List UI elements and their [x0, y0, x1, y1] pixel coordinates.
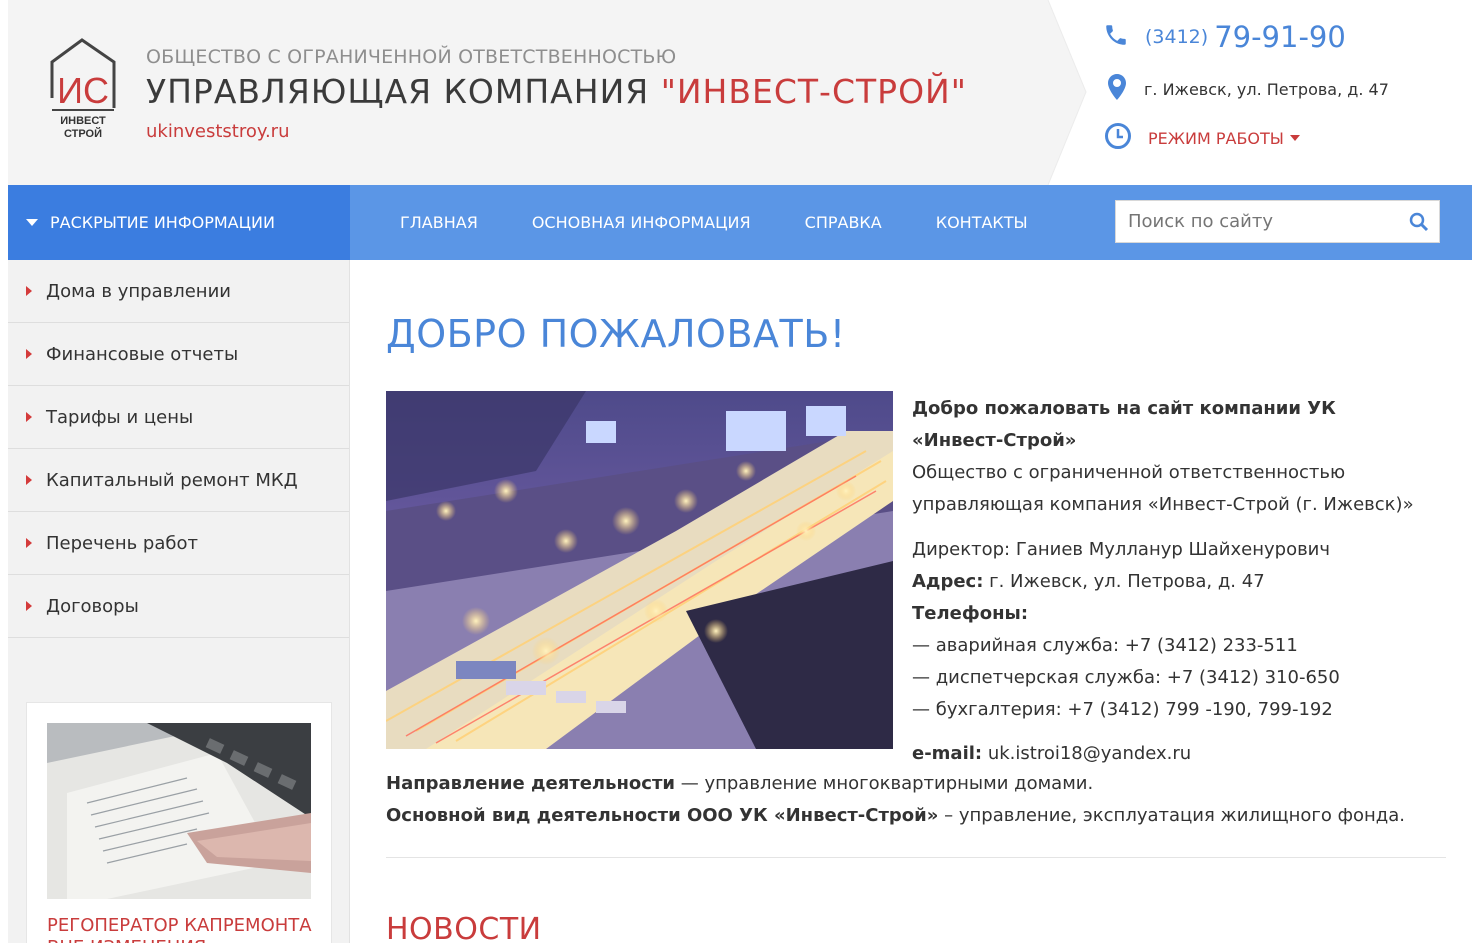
main-content: ДОБРО ПОЖАЛОВАТЬ! Добро пожаловать на са… [386, 260, 1450, 943]
main-activity-label: Основной вид деятельности ООО УК «Инвест… [386, 805, 939, 826]
sidebar-item-financial-reports[interactable]: Финансовые отчеты [8, 323, 349, 386]
map-pin-icon [1108, 74, 1126, 104]
logo-letters: ИС [57, 70, 109, 111]
sidebar-item-label: Финансовые отчеты [46, 343, 239, 365]
working-hours-dropdown[interactable]: РЕЖИМ РАБОТЫ [1104, 122, 1300, 154]
caret-down-icon [1289, 135, 1300, 141]
disclosure-menu-toggle[interactable]: РАСКРЫТИЕ ИНФОРМАЦИИ [8, 185, 350, 260]
disclosure-menu-label: РАСКРЫТИЕ ИНФОРМАЦИИ [50, 213, 275, 232]
company-brand: "ИНВЕСТ-СТРОЙ" [660, 72, 967, 111]
sidebar-item-label: Перечень работ [46, 532, 198, 554]
page-frame [0, 0, 8, 943]
bullet-icon [26, 412, 32, 422]
nav-links: ГЛАВНАЯ ОСНОВНАЯ ИНФОРМАЦИЯ СПРАВКА КОНТ… [400, 185, 1082, 260]
company-name: УПРАВЛЯЮЩАЯ КОМПАНИЯ "ИНВЕСТ-СТРОЙ" [146, 72, 967, 111]
sidebar: Дома в управлении Финансовые отчеты Тари… [8, 260, 350, 943]
sidebar-item-tariffs[interactable]: Тарифы и цены [8, 386, 349, 449]
site-url-link[interactable]: ukinveststroy.ru [146, 121, 289, 142]
intro-bold-text: Добро пожаловать на сайт компании УК «Ин… [912, 398, 1336, 451]
phone-number[interactable]: 79-91-90 [1214, 20, 1346, 54]
address-contact: г. Ижевск, ул. Петрова, д. 47 [1108, 74, 1389, 104]
promo-image [47, 723, 311, 899]
main-navigation: РАСКРЫТИЕ ИНФОРМАЦИИ ГЛАВНАЯ ОСНОВНАЯ ИН… [8, 185, 1472, 260]
nav-link-contacts[interactable]: КОНТАКТЫ [936, 213, 1028, 232]
clock-icon [1104, 122, 1132, 154]
activity-direction-value: — управление многоквартирными домами. [675, 773, 1094, 794]
phone-dispatch: — диспетчерская служба: +7 (3412) 310-65… [912, 667, 1340, 688]
sidebar-item-label: Дома в управлении [46, 280, 231, 302]
content-divider [386, 857, 1446, 858]
logo-subtitle-1: ИНВЕСТ [60, 115, 106, 127]
search-button[interactable] [1399, 201, 1439, 242]
search-box [1115, 200, 1440, 243]
phone-contact[interactable]: (3412) 79-91-90 [1103, 20, 1346, 54]
sidebar-item-label: Капитальный ремонт МКД [46, 469, 298, 491]
bullet-icon [26, 475, 32, 485]
address-line: Адрес: г. Ижевск, ул. Петрова, д. 47 [912, 566, 1432, 598]
phone-accounting: — бухгалтерия: +7 (3412) 799 -190, 799-1… [912, 699, 1333, 720]
intro-heading: Добро пожаловать на сайт компании УК «Ин… [912, 393, 1432, 457]
search-input[interactable] [1116, 210, 1400, 233]
logo-subtitle-2: СТРОЙ [64, 127, 102, 140]
page: ИС ИНВЕСТ СТРОЙ ОБЩЕСТВО С ОГРАНИЧЕННОЙ … [8, 0, 1472, 943]
bullet-icon [26, 349, 32, 359]
hero-image-city-night [386, 391, 893, 749]
nav-link-home[interactable]: ГЛАВНАЯ [400, 213, 478, 232]
working-hours-label[interactable]: РЕЖИМ РАБОТЫ [1148, 129, 1284, 148]
promo-title[interactable]: РЕГОПЕРАТОР КАПРЕМОНТА ВНЕ ИЗМЕНЕНИЯ СТО… [47, 915, 317, 943]
header-address: г. Ижевск, ул. Петрова, д. 47 [1144, 79, 1389, 99]
sidebar-item-label: Договоры [46, 595, 139, 617]
sidebar-item-contracts[interactable]: Договоры [8, 575, 349, 638]
address-label: Адрес: [912, 571, 984, 592]
nav-link-main-info[interactable]: ОСНОВНАЯ ИНФОРМАЦИЯ [532, 213, 751, 232]
bullet-icon [26, 538, 32, 548]
promo-card[interactable]: РЕГОПЕРАТОР КАПРЕМОНТА ВНЕ ИЗМЕНЕНИЯ СТО… [26, 702, 332, 943]
address-value: г. Ижевск, ул. Петрова, д. 47 [983, 571, 1265, 592]
activity-direction-line: Направление деятельности — управление мн… [386, 773, 1093, 794]
phone-prefix: (3412) [1145, 26, 1209, 48]
intro-description: Общество с ограниченной ответственностью… [912, 462, 1414, 515]
company-logo[interactable]: ИС ИНВЕСТ СТРОЙ [48, 38, 120, 146]
phones-label: Телефоны: [912, 603, 1029, 624]
nav-link-help[interactable]: СПРАВКА [805, 213, 882, 232]
email-line: e-mail: uk.istroi18@yandex.ru [912, 738, 1432, 770]
director-line: Директор: Ганиев Мулланур Шайхенурович [912, 539, 1331, 560]
intro-text-block: Добро пожаловать на сайт компании УК «Ин… [912, 393, 1432, 770]
email-value[interactable]: uk.istroi18@yandex.ru [982, 743, 1191, 764]
site-header: ИС ИНВЕСТ СТРОЙ ОБЩЕСТВО С ОГРАНИЧЕННОЙ … [8, 0, 1472, 185]
sidebar-item-capital-repair[interactable]: Капитальный ремонт МКД [8, 449, 349, 512]
phones-heading: Телефоны: [912, 598, 1432, 630]
org-type-label: ОБЩЕСТВО С ОГРАНИЧЕННОЙ ОТВЕТСТВЕННОСТЬЮ [146, 46, 677, 68]
page-title: ДОБРО ПОЖАЛОВАТЬ! [386, 312, 846, 356]
email-label: e-mail: [912, 743, 983, 764]
phone-icon [1103, 22, 1129, 52]
header-chevron-divider [1008, 0, 1098, 185]
bullet-icon [26, 601, 32, 611]
main-activity-value: – управление, эксплуатация жилищного фон… [938, 805, 1405, 826]
bullet-icon [26, 286, 32, 296]
sidebar-item-works-list[interactable]: Перечень работ [8, 512, 349, 575]
caret-down-icon [26, 219, 38, 226]
phone-emergency: — аварийная служба: +7 (3412) 233-511 [912, 635, 1298, 656]
search-icon [1409, 212, 1429, 231]
sidebar-item-houses[interactable]: Дома в управлении [8, 260, 349, 323]
company-name-prefix: УПРАВЛЯЮЩАЯ КОМПАНИЯ [146, 72, 661, 111]
sidebar-item-label: Тарифы и цены [46, 406, 194, 428]
activity-direction-label: Направление деятельности [386, 773, 676, 794]
main-activity-line: Основной вид деятельности ООО УК «Инвест… [386, 805, 1405, 826]
news-section-title: НОВОСТИ [386, 912, 542, 943]
